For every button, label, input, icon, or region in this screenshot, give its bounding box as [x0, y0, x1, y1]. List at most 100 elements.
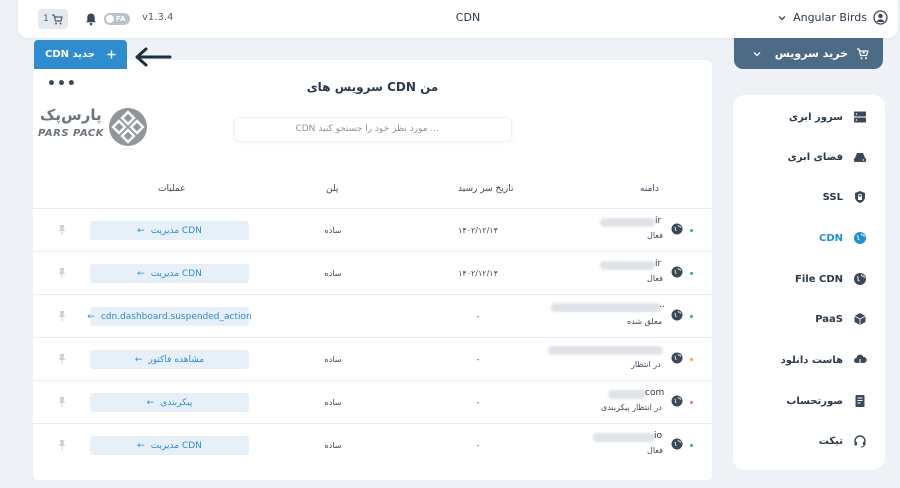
- invoice-icon: [855, 395, 865, 407]
- pin-icon[interactable]: [57, 439, 67, 451]
- cube-icon: [854, 313, 866, 325]
- status-dot: [690, 444, 693, 447]
- arrow-left-icon: ←: [87, 311, 95, 322]
- manage-cdn-button[interactable]: ← مدیریت CDN: [90, 436, 249, 455]
- expiry-date: -: [476, 398, 480, 407]
- arrow-left-icon: ←: [137, 268, 145, 279]
- suspended-action-button[interactable]: ← cdn.dashboard.suspended_action: [87, 307, 252, 326]
- view-invoice-button[interactable]: ← مشاهده فاکتور: [90, 350, 249, 369]
- sidebar-item-ssl[interactable]: SSL: [823, 187, 867, 207]
- toggle-knob: [106, 15, 114, 23]
- action-label: cdn.dashboard.suspended_action: [100, 311, 252, 322]
- plan-name: ساده: [324, 226, 342, 235]
- arrow-left-icon: ←: [146, 397, 155, 408]
- sidebar-item-label: PaaS: [815, 313, 843, 325]
- expiry-date: ۱۴۰۲/۱۲/۱۴: [458, 226, 498, 235]
- cart-plus-icon: [857, 47, 869, 59]
- table-row: در انتظار - ساده ← مشاهده فاکتور: [33, 337, 712, 380]
- action-label: مدیریت CDN: [150, 440, 202, 451]
- sidebar-item-label: صورتحساب: [786, 395, 843, 407]
- domain-suffix: ir: [655, 259, 662, 269]
- status-text: فعال: [647, 446, 663, 455]
- bell-icon[interactable]: [84, 12, 98, 26]
- pin-icon[interactable]: [57, 396, 67, 408]
- action-label: مدیریت CDN: [150, 225, 202, 236]
- plan-name: ساده: [324, 269, 342, 278]
- top-bar: 1 FA v1.3.4 CDN Angular Birds: [18, 0, 898, 38]
- sidebar-item-file-cdn[interactable]: File CDN: [795, 269, 867, 289]
- table-row: .. معلق شده - ← cdn.dashboard.suspended_…: [33, 294, 712, 337]
- arrow-left-icon: ←: [134, 354, 143, 365]
- status-text: معلق شده: [627, 317, 663, 326]
- pin-icon[interactable]: [57, 267, 67, 279]
- status-dot: [690, 315, 693, 318]
- sidebar-item-label: هاست دانلود: [780, 354, 843, 366]
- plan-name: ساده: [324, 398, 342, 407]
- expiry-date: ۱۴۰۲/۱۲/۱۴: [458, 269, 498, 278]
- sidebar-item-label: فضای ابری: [787, 151, 843, 163]
- server-icon: [854, 111, 866, 123]
- action-label: پیکربندی: [160, 397, 193, 408]
- parspack-logo: پارس‌پک PARS PACK: [38, 106, 147, 148]
- sidebar-item-cloud-space[interactable]: فضای ابری: [788, 147, 867, 167]
- action-label: مدیریت CDN: [150, 268, 202, 279]
- buy-service-label: خرید سرویس: [774, 47, 848, 60]
- globe-icon: [671, 438, 683, 450]
- sidebar-item-paas[interactable]: PaaS: [815, 309, 867, 329]
- sidebar-item-ticket[interactable]: تیکت: [819, 431, 867, 451]
- status-dot: [690, 401, 693, 404]
- search-input[interactable]: CDN مورد نظر خود را جستجو کنید ...: [234, 117, 512, 142]
- sidebar-item-label: سرور ابری: [788, 111, 843, 123]
- globe-icon: [671, 223, 683, 235]
- language-label: FA: [116, 15, 126, 23]
- status-dot: [690, 272, 693, 275]
- new-cdn-button[interactable]: CDN جدید: [34, 40, 127, 69]
- table-row: ir فعال ۱۴۰۲/۱۲/۱۴ ساده ← مدیریت CDN: [33, 251, 712, 294]
- status-text: در انتظار پیکربندی: [601, 403, 662, 412]
- user-menu[interactable]: Angular Birds: [777, 10, 888, 25]
- page-title: CDN: [455, 11, 481, 24]
- domain-suffix: ..: [659, 300, 665, 310]
- globe-icon: [854, 273, 866, 285]
- table-row: ir فعال ۱۴۰۲/۱۲/۱۴ ساده ← مدیریت CDN: [33, 208, 712, 251]
- globe-icon: [671, 309, 683, 321]
- logo-en-text: PARS PACK: [38, 128, 104, 139]
- column-header-domain: دامنه: [640, 184, 659, 194]
- manage-cdn-button[interactable]: ← مدیریت CDN: [90, 264, 249, 283]
- parspack-logo-mark-icon: [109, 108, 147, 146]
- pin-icon[interactable]: [57, 310, 67, 322]
- action-label: مشاهده فاکتور: [148, 354, 205, 365]
- status-text: در انتظار: [631, 360, 661, 369]
- pin-icon[interactable]: [57, 353, 67, 365]
- cart-button[interactable]: 1: [38, 9, 68, 29]
- user-avatar-icon: [873, 10, 888, 25]
- new-cdn-label: CDN جدید: [44, 49, 95, 60]
- sidebar-item-invoices[interactable]: صورتحساب: [786, 391, 867, 411]
- sidebar-item-download-host[interactable]: هاست دانلود: [781, 350, 867, 370]
- table-row: com در انتظار پیکربندی - ساده ← پیکربندی: [33, 380, 712, 423]
- cart-count: 1: [43, 14, 49, 24]
- user-name: Angular Birds: [793, 11, 867, 24]
- language-toggle[interactable]: FA: [104, 13, 130, 25]
- chevron-down-icon: [753, 51, 761, 56]
- expiry-date: -: [476, 441, 480, 450]
- table-row: io فعال - ساده ← مدیریت CDN: [33, 423, 712, 466]
- manage-cdn-button[interactable]: ← مدیریت CDN: [90, 221, 249, 240]
- sidebar-item-cdn[interactable]: CDN: [819, 228, 867, 248]
- pin-icon[interactable]: [57, 224, 67, 236]
- logo-fa-text: پارس‌پک: [40, 106, 102, 124]
- domain-suffix: ir: [655, 216, 662, 226]
- buy-service-button[interactable]: خرید سرویس: [734, 38, 883, 69]
- configure-button[interactable]: ← پیکربندی: [90, 393, 249, 412]
- status-text: فعال: [647, 274, 663, 283]
- domain-suffix: com: [645, 388, 665, 398]
- arrow-left-icon: ←: [137, 225, 145, 236]
- headset-icon: [854, 435, 866, 448]
- sidebar-item-cloud-server[interactable]: سرور ابری: [789, 107, 867, 127]
- expiry-date: -: [476, 312, 480, 321]
- cloud-download-icon: [854, 354, 867, 366]
- status-dot: [690, 358, 693, 361]
- globe-icon: [854, 232, 866, 244]
- expiry-date: -: [476, 355, 480, 364]
- sidebar-item-label: SSL: [822, 191, 843, 203]
